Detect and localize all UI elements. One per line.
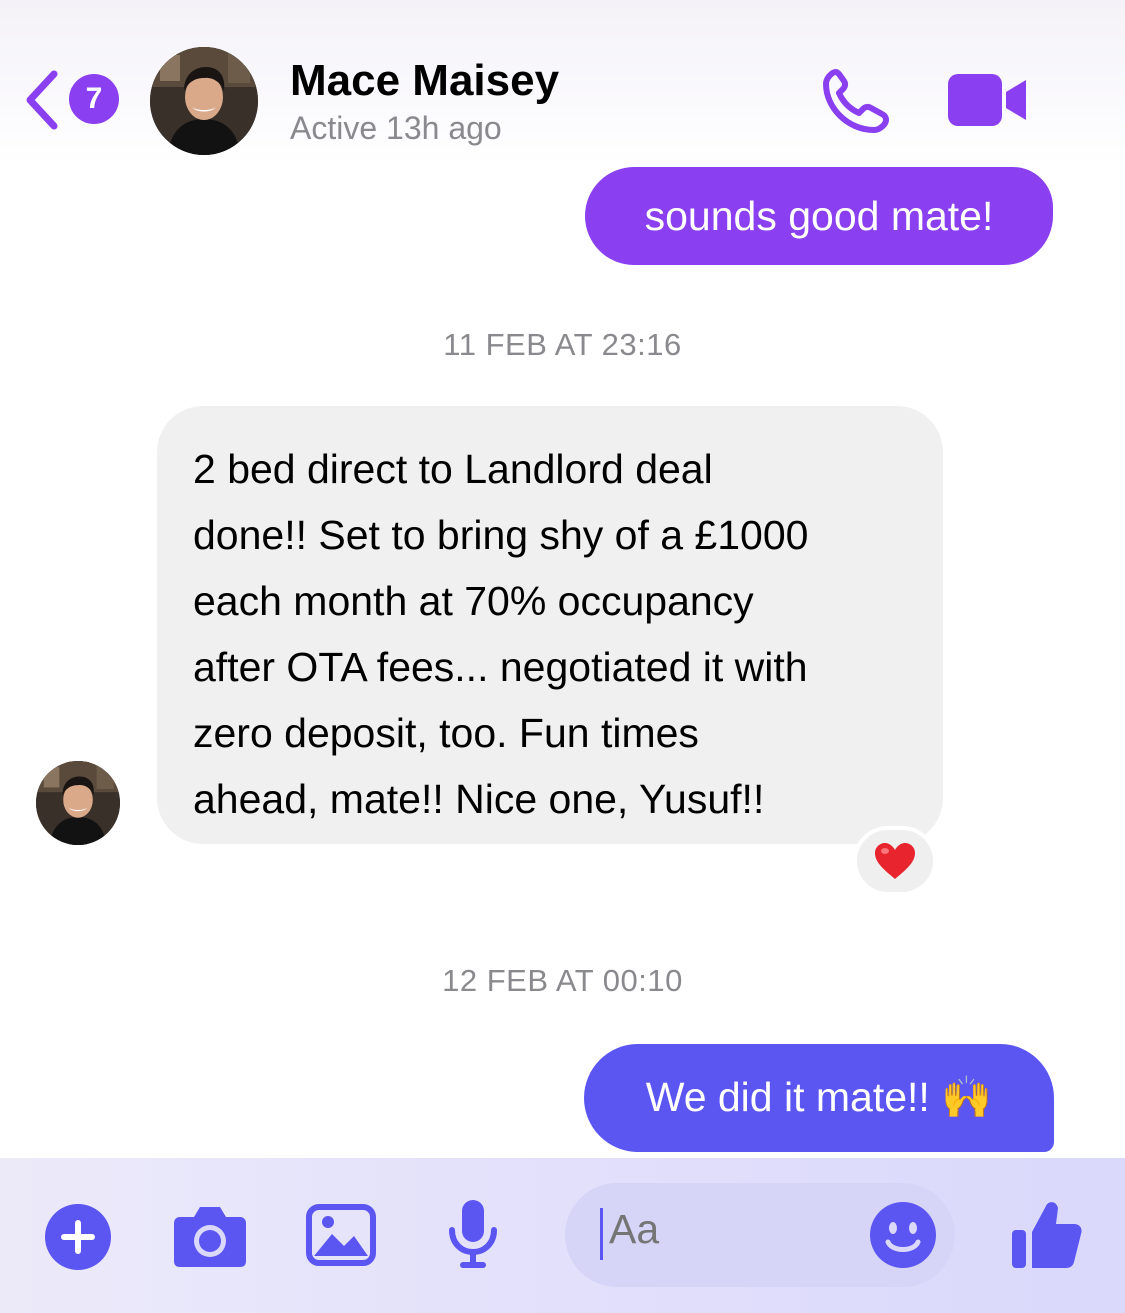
composer-toolbar bbox=[0, 1158, 1125, 1313]
plus-icon[interactable] bbox=[44, 1203, 112, 1271]
outgoing-message[interactable]: sounds good mate! bbox=[585, 167, 1053, 265]
incoming-message-text: 2 bed direct to Landlord deal done!! Set… bbox=[193, 446, 809, 822]
back-button[interactable]: 7 bbox=[24, 70, 124, 130]
heart-reaction[interactable] bbox=[853, 826, 937, 896]
outgoing-message[interactable]: We did it mate!! 🙌 bbox=[584, 1044, 1054, 1152]
sender-avatar bbox=[36, 761, 120, 845]
camera-icon[interactable] bbox=[172, 1203, 248, 1269]
text-caret bbox=[600, 1208, 603, 1260]
gallery-icon[interactable] bbox=[306, 1204, 376, 1266]
message-timestamp: 11 FEB AT 23:16 bbox=[443, 327, 682, 362]
incoming-message[interactable]: 2 bed direct to Landlord deal done!! Set… bbox=[157, 406, 943, 844]
microphone-icon[interactable] bbox=[444, 1198, 502, 1270]
emoji-icon[interactable] bbox=[868, 1200, 938, 1270]
phone-icon[interactable] bbox=[822, 68, 892, 134]
heart-icon bbox=[875, 843, 915, 879]
video-camera-icon[interactable] bbox=[946, 72, 1028, 128]
unread-count-badge: 7 bbox=[69, 74, 119, 124]
thumbs-up-icon[interactable] bbox=[1010, 1198, 1084, 1270]
contact-status: Active 13h ago bbox=[290, 110, 502, 146]
message-input[interactable] bbox=[609, 1206, 829, 1253]
message-timestamp: 12 FEB AT 00:10 bbox=[442, 963, 683, 998]
contact-name[interactable]: Mace Maisey bbox=[290, 56, 559, 106]
contact-avatar[interactable] bbox=[150, 47, 258, 155]
back-chevron-icon bbox=[26, 70, 58, 130]
